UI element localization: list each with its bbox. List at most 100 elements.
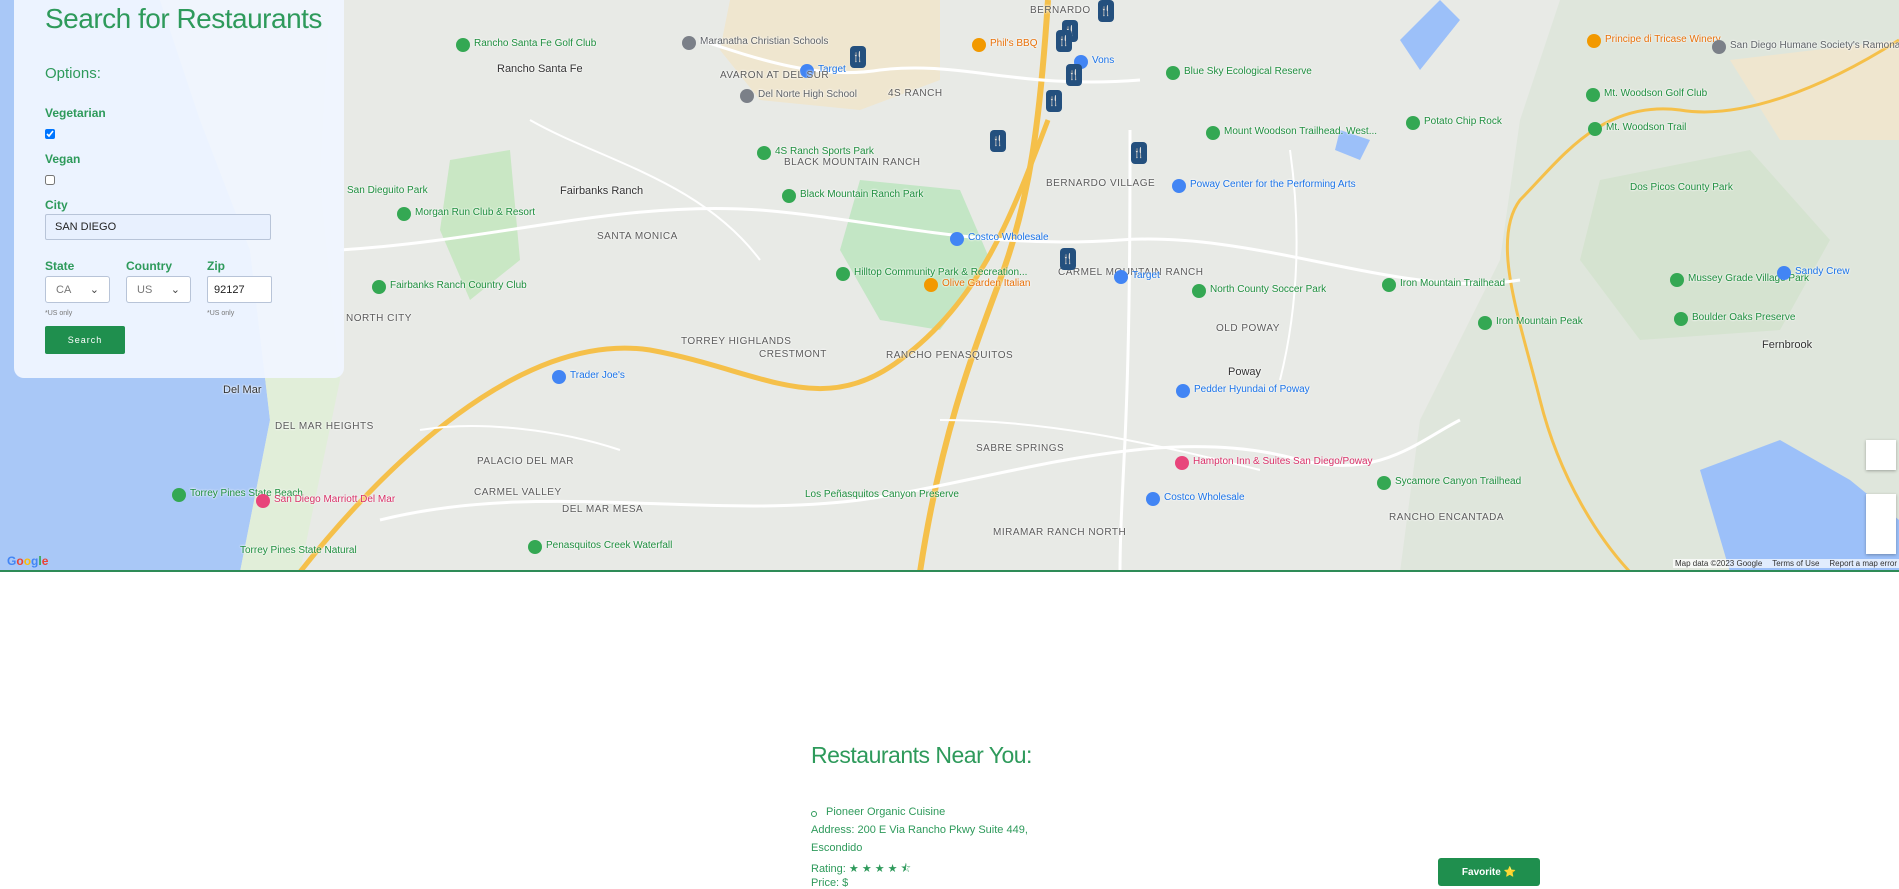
map-place-label[interactable]: San Diego Humane Society's Ramona...	[1730, 40, 1899, 51]
restaurant-icon[interactable]	[972, 38, 986, 52]
map-place-label[interactable]: Mussey Grade Village Park	[1688, 273, 1809, 284]
park-icon[interactable]	[836, 267, 850, 281]
hotel-icon[interactable]	[1175, 456, 1189, 470]
map-place-label[interactable]: Rancho Santa Fe Golf Club	[474, 38, 596, 49]
car-icon[interactable]	[1176, 384, 1190, 398]
hiking-icon[interactable]	[1206, 126, 1220, 140]
restaurant-marker-icon[interactable]: 🍴	[1046, 90, 1062, 112]
map-place-label[interactable]: Costco Wholesale	[1164, 492, 1245, 503]
shopping-icon[interactable]	[950, 232, 964, 246]
hiking-icon[interactable]	[1588, 122, 1602, 136]
shopping-icon[interactable]	[552, 370, 566, 384]
zoom-control[interactable]	[1866, 494, 1896, 554]
map-place-label: SABRE SPRINGS	[976, 443, 1065, 454]
country-select-value: US	[137, 283, 153, 296]
map-place-label[interactable]: Sandy Crew	[1795, 266, 1849, 277]
terms-link[interactable]: Terms of Use	[1772, 559, 1819, 568]
restaurant-icon[interactable]	[924, 278, 938, 292]
map-place-label[interactable]: Vons	[1092, 55, 1114, 66]
map[interactable]: Rancho Santa Fe Golf Club Rancho Santa Fe…	[0, 0, 1899, 572]
restaurant-marker-icon[interactable]: 🍴	[990, 130, 1006, 152]
park-icon[interactable]	[528, 540, 542, 554]
hotel-icon[interactable]	[256, 494, 270, 508]
school-icon[interactable]	[740, 89, 754, 103]
map-place-label[interactable]: Potato Chip Rock	[1424, 116, 1502, 127]
restaurant-marker-icon[interactable]: 🍴	[1056, 30, 1072, 52]
map-place-label[interactable]: Boulder Oaks Preserve	[1692, 312, 1795, 323]
school-icon[interactable]	[682, 36, 696, 50]
park-icon[interactable]	[757, 146, 771, 160]
search-panel: Search for Restaurants Options: Vegetari…	[14, 0, 344, 378]
golf-icon[interactable]	[456, 38, 470, 52]
beach-icon[interactable]	[172, 488, 186, 502]
camera-icon[interactable]	[1406, 116, 1420, 130]
map-place-label[interactable]: Trader Joe's	[570, 370, 625, 381]
map-place-label[interactable]: Hilltop Community Park & Recreation...	[854, 267, 1027, 278]
hiking-icon[interactable]	[1166, 66, 1180, 80]
state-select[interactable]: CA ⌄	[45, 276, 110, 303]
hiking-icon[interactable]	[1382, 278, 1396, 292]
vegan-checkbox[interactable]	[45, 175, 55, 185]
map-place-label[interactable]: Mt. Woodson Golf Club	[1604, 88, 1707, 99]
golf-icon[interactable]	[397, 207, 411, 221]
hiking-icon[interactable]	[1377, 476, 1391, 490]
park-icon[interactable]	[1674, 312, 1688, 326]
rating-label: Rating:	[811, 863, 846, 875]
map-place-label[interactable]: Blue Sky Ecological Reserve	[1184, 66, 1312, 77]
place-icon[interactable]	[1777, 266, 1791, 280]
map-place-label[interactable]: Iron Mountain Trailhead	[1400, 278, 1505, 289]
zip-input[interactable]	[207, 276, 272, 303]
park-icon[interactable]	[1670, 273, 1684, 287]
map-type-button[interactable]	[1866, 440, 1896, 470]
map-place-label[interactable]: Mt. Woodson Trail	[1606, 122, 1686, 133]
restaurant-marker-icon[interactable]: 🍴	[850, 46, 866, 68]
map-place-label[interactable]: Principe di Tricase Winery	[1605, 34, 1721, 45]
theater-icon[interactable]	[1172, 179, 1186, 193]
map-place-label[interactable]: Phil's BBQ	[990, 38, 1037, 49]
vegetarian-checkbox[interactable]	[45, 129, 55, 139]
winery-icon[interactable]	[1587, 34, 1601, 48]
map-place-label[interactable]: Iron Mountain Peak	[1496, 316, 1583, 327]
golf-icon[interactable]	[1586, 88, 1600, 102]
restaurant-marker-icon[interactable]: 🍴	[1131, 142, 1147, 164]
map-place-label[interactable]: Hampton Inn & Suites San Diego/Poway	[1193, 456, 1373, 467]
map-place-label: Poway	[1228, 366, 1262, 378]
map-place-label[interactable]: Fairbanks Ranch Country Club	[390, 280, 527, 291]
favorite-button[interactable]: Favorite ⭐	[1438, 858, 1540, 886]
map-place-label[interactable]: 4S Ranch Sports Park	[775, 146, 874, 157]
place-icon[interactable]	[1712, 40, 1726, 54]
map-place-label[interactable]: Sycamore Canyon Trailhead	[1395, 476, 1521, 487]
map-place-label[interactable]: Mount Woodson Trailhead. West...	[1224, 126, 1377, 137]
restaurant-marker-icon[interactable]: 🍴	[1098, 0, 1114, 22]
shopping-icon[interactable]	[1146, 492, 1160, 506]
restaurant-marker-icon[interactable]: 🍴	[1060, 248, 1076, 270]
map-place-label[interactable]: North County Soccer Park	[1210, 284, 1326, 295]
map-place-label[interactable]: Maranatha Christian Schools	[700, 36, 828, 47]
country-select[interactable]: US ⌄	[126, 276, 191, 303]
hiking-icon[interactable]	[1478, 316, 1492, 330]
park-icon[interactable]	[782, 189, 796, 203]
report-error-link[interactable]: Report a map error	[1829, 559, 1897, 568]
restaurant-name[interactable]: Pioneer Organic Cuisine	[826, 806, 945, 818]
options-label: Options:	[45, 65, 101, 82]
park-icon[interactable]	[1192, 284, 1206, 298]
map-place-label: CRESTMONT	[759, 349, 827, 360]
restaurant-address-city: Escondido	[811, 842, 863, 854]
restaurant-marker-icon[interactable]: 🍴	[1066, 64, 1082, 86]
map-place-label[interactable]: Target	[1132, 270, 1160, 281]
map-place-label[interactable]: Penasquitos Creek Waterfall	[546, 540, 672, 551]
map-place-label[interactable]: Morgan Run Club & Resort	[415, 207, 535, 218]
map-place-label[interactable]: Del Norte High School	[758, 89, 857, 100]
restaurant-address: Address: 200 E Via Rancho Pkwy Suite 449…	[811, 824, 1028, 836]
search-button[interactable]: Search	[45, 326, 125, 354]
city-input[interactable]	[45, 214, 271, 240]
map-place-label[interactable]: San Diego Marriott Del Mar	[274, 494, 395, 505]
map-place-label[interactable]: Poway Center for the Performing Arts	[1190, 179, 1356, 190]
map-place-label[interactable]: Black Mountain Ranch Park	[800, 189, 923, 200]
golf-icon[interactable]	[372, 280, 386, 294]
map-place-label[interactable]: Olive Garden Italian	[942, 278, 1030, 289]
map-place-label[interactable]: Costco Wholesale	[968, 232, 1049, 243]
map-place-label[interactable]: Pedder Hyundai of Poway	[1194, 384, 1310, 395]
shopping-icon[interactable]	[1114, 270, 1128, 284]
chevron-down-icon: ⌄	[170, 284, 180, 296]
